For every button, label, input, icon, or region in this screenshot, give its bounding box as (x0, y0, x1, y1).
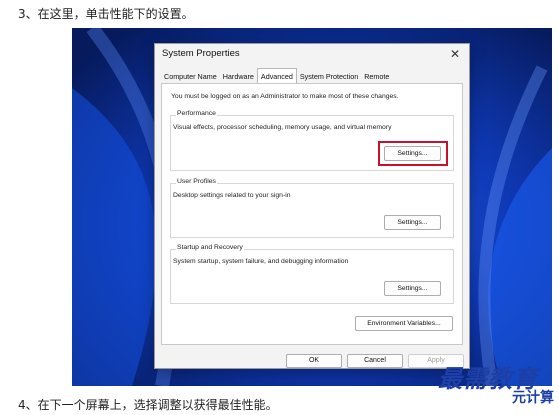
performance-description: Visual effects, processor scheduling, me… (173, 124, 392, 131)
tab-bar: Computer Name Hardware Advanced System P… (161, 68, 393, 86)
step-3-text: 3、在这里，单击性能下的设置。 (18, 7, 194, 21)
startup-recovery-label: Startup and Recovery (176, 244, 244, 251)
dialog-title: System Properties (162, 48, 240, 59)
system-properties-dialog: System Properties ✕ Computer Name Hardwa… (154, 43, 470, 369)
user-profiles-description: Desktop settings related to your sign-in (173, 192, 291, 199)
admin-notice: You must be logged on as an Administrato… (171, 93, 399, 100)
performance-label: Performance (176, 110, 217, 117)
cancel-button[interactable]: Cancel (347, 354, 403, 368)
title-bar: System Properties ✕ (155, 44, 469, 66)
watermark-subtext: 元计算 (512, 390, 554, 406)
user-profiles-label: User Profiles (176, 178, 217, 185)
startup-recovery-description: System startup, system failure, and debu… (173, 258, 349, 265)
performance-settings-button[interactable]: Settings... (384, 146, 441, 161)
close-icon[interactable]: ✕ (447, 45, 463, 63)
user-profiles-group: User Profiles Desktop settings related t… (170, 178, 454, 238)
user-profiles-settings-button[interactable]: Settings... (384, 215, 441, 230)
windows-screenshot: System Properties ✕ Computer Name Hardwa… (72, 28, 552, 386)
step-4-text: 4、在下一个屏幕上，选择调整以获得最佳性能。 (18, 398, 278, 412)
performance-group: Performance Visual effects, processor sc… (170, 110, 454, 171)
startup-recovery-settings-button[interactable]: Settings... (384, 281, 441, 296)
environment-variables-button[interactable]: Environment Variables... (355, 316, 453, 331)
advanced-tab-panel: You must be logged on as an Administrato… (161, 83, 463, 345)
startup-recovery-group: Startup and Recovery System startup, sys… (170, 244, 454, 304)
ok-button[interactable]: OK (286, 354, 342, 368)
watermark-logo: 最需教育 (438, 364, 538, 393)
